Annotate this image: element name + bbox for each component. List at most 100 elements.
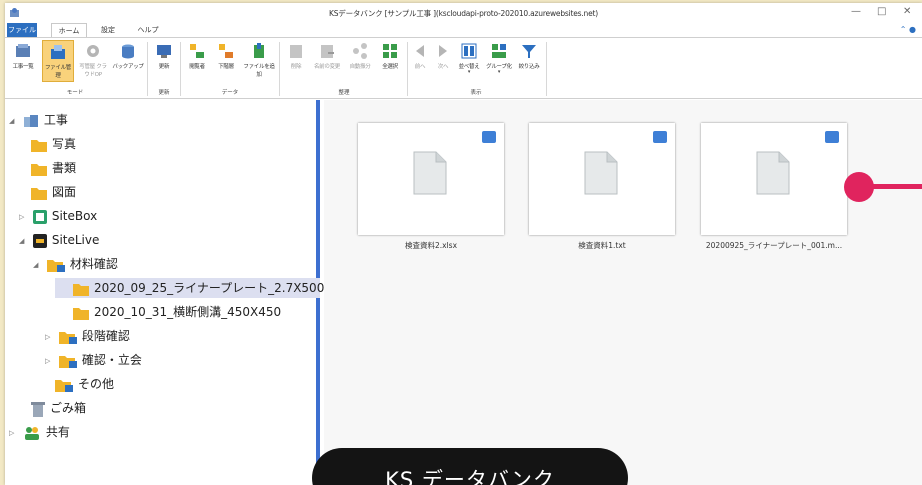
expand-arrow-icon[interactable]: ▷ <box>19 207 29 227</box>
tree-item-label: SiteBox <box>51 209 98 223</box>
group-label-organize: 整理 <box>338 90 350 96</box>
ribbon-label: ファイルを追加 <box>243 64 275 78</box>
tree-item-stage-check[interactable]: ▷ 段階確認 <box>45 326 130 346</box>
tree-item-label: 図面 <box>52 185 77 199</box>
title-bar: KSデータバンク [サンプル工事 ](kscloudapi-proto-2020… <box>5 3 922 23</box>
ribbon-label: 前へ <box>414 64 426 70</box>
folder-icon <box>31 163 47 176</box>
tab-settings[interactable]: 設定 <box>93 23 123 37</box>
tab-help[interactable]: ヘルプ <box>133 23 163 37</box>
close-icon[interactable]: ✕ <box>903 6 911 17</box>
refresh-icon <box>157 45 171 58</box>
tree-item-shared[interactable]: ▷ 共有 <box>9 422 70 442</box>
tree-item-label: 書類 <box>52 161 77 175</box>
ribbon-label: 閲覧者 <box>189 64 205 70</box>
photo-cloud-icon <box>87 45 99 57</box>
tree-item-sitebox[interactable]: ▷ SiteBox <box>19 206 97 226</box>
shared-icon <box>24 426 39 440</box>
group-separator <box>180 42 181 96</box>
menu-bar: ファイル ホーム 設定 ヘルプ ⌃ ● <box>5 23 922 37</box>
folder-icon <box>73 307 89 320</box>
tree-item-folder-side-ditch[interactable]: 2020_10_31_横断側溝_450X450 <box>73 302 281 322</box>
tree-item-trash[interactable]: ごみ箱 <box>31 398 86 418</box>
prev-button[interactable]: 前へ <box>409 40 431 82</box>
cloud-icon <box>653 131 667 143</box>
document-icon <box>756 151 790 195</box>
tree-item-other[interactable]: その他 <box>55 374 114 394</box>
file-name[interactable]: 検査資料2.xlsx <box>356 240 506 251</box>
expand-arrow-icon[interactable]: ▷ <box>45 351 55 371</box>
tree-item-label: 共有 <box>45 425 70 439</box>
ribbon: 工事一覧 ファイル管理 写管屋 クラウドOP バックアップ 更新 閲覧者 下階層 <box>5 37 922 99</box>
ribbon-label: 下階層 <box>218 64 234 70</box>
ribbon-collapse-icon[interactable]: ⌃ ● <box>900 25 916 34</box>
maximize-icon[interactable]: □ <box>877 6 886 17</box>
tree-item-inspection[interactable]: ▷ 確認・立会 <box>45 350 142 370</box>
rename-button[interactable]: 名前の変更 <box>310 40 344 82</box>
group-label-mode: モード <box>66 90 84 96</box>
tree-item-label: 工事 <box>43 113 68 127</box>
tree-item-material-check[interactable]: ◢ 材料確認 <box>33 254 118 274</box>
group-icon <box>492 44 506 58</box>
tab-file[interactable]: ファイル <box>7 23 37 37</box>
auto-sort-button[interactable]: 自動振分 <box>345 40 375 82</box>
folder-icon <box>31 139 47 152</box>
select-all-button[interactable]: 全選択 <box>376 40 404 82</box>
delete-button[interactable]: 削除 <box>283 40 309 82</box>
sublevel-button[interactable]: 下階層 <box>212 40 240 82</box>
expand-arrow-icon[interactable]: ◢ <box>33 255 43 275</box>
refresh-button[interactable]: 更新 <box>150 40 178 82</box>
tree-item-label: 2020_09_25_ライナープレート_2.7X500X1570 <box>94 281 364 295</box>
add-file-button[interactable]: ファイルを追加 <box>241 40 277 82</box>
tab-home[interactable]: ホーム <box>51 23 87 37</box>
ribbon-label: ファイル管理 <box>44 65 71 79</box>
viewer-icon <box>190 44 204 58</box>
expand-arrow-icon[interactable]: ▷ <box>45 327 55 347</box>
tree-item-drawings[interactable]: 図面 <box>31 182 76 202</box>
group-label-update: 更新 <box>158 90 170 96</box>
tree-item-sitelive[interactable]: ◢ SiteLive <box>19 230 99 250</box>
tree-item-label: 材料確認 <box>69 257 118 271</box>
app-window: KSデータバンク [サンプル工事 ](kscloudapi-proto-2020… <box>5 3 922 485</box>
minimize-icon[interactable]: — <box>851 6 861 17</box>
viewer-button[interactable]: 閲覧者 <box>183 40 211 82</box>
file-name[interactable]: 検査資料1.txt <box>527 240 677 251</box>
expand-arrow-icon[interactable]: ◢ <box>19 231 29 251</box>
tree-item-folder-liner-plate[interactable]: 2020_09_25_ライナープレート_2.7X500X1570 <box>55 278 363 298</box>
group-separator <box>407 42 408 96</box>
folder-cloud-icon <box>58 355 77 368</box>
file-card[interactable] <box>358 123 504 235</box>
tree-item-label: 2020_10_31_横断側溝_450X450 <box>94 305 282 319</box>
expand-arrow-icon[interactable]: ▷ <box>9 423 19 443</box>
sort-button[interactable]: 並べ替え ▾ <box>455 40 483 82</box>
tree-item-label: その他 <box>78 377 115 391</box>
tree-item-documents[interactable]: 書類 <box>31 158 76 178</box>
filter-button[interactable]: 絞り込み <box>515 40 543 82</box>
backup-icon <box>122 44 134 59</box>
ribbon-label: 写管屋 クラウドOP <box>79 64 107 78</box>
tree-item-construction[interactable]: ◢ 工事 <box>9 110 68 130</box>
group-button[interactable]: グループ化 ▾ <box>484 40 514 82</box>
file-name[interactable]: 20200925_ライナープレート_001.m... <box>699 240 849 251</box>
folder-tree: ◢ 工事 写真 書類 図面 ▷ SiteBox ◢ SiteLive ◢ 材料確… <box>5 100 363 485</box>
tree-item-label: 段階確認 <box>81 329 130 343</box>
ribbon-label: 全選択 <box>382 64 398 70</box>
backup-button[interactable]: バックアップ <box>112 40 144 82</box>
tree-item-photos[interactable]: 写真 <box>31 134 76 154</box>
file-card[interactable] <box>701 123 847 235</box>
group-separator <box>147 42 148 96</box>
construction-list-button[interactable]: 工事一覧 <box>7 40 39 82</box>
next-icon <box>439 45 447 57</box>
expand-arrow-icon[interactable]: ◢ <box>9 111 19 131</box>
photo-cloud-button[interactable]: 写管屋 クラウドOP <box>77 40 109 82</box>
group-separator <box>546 42 547 96</box>
tree-item-label: SiteLive <box>51 233 100 247</box>
construction-icon <box>23 114 38 127</box>
next-button[interactable]: 次へ <box>432 40 454 82</box>
document-icon <box>413 151 447 195</box>
filter-icon <box>522 45 536 58</box>
rename-icon <box>321 45 334 58</box>
file-manage-button[interactable]: ファイル管理 <box>42 40 74 82</box>
sort-icon <box>461 43 477 59</box>
file-card[interactable] <box>529 123 675 235</box>
